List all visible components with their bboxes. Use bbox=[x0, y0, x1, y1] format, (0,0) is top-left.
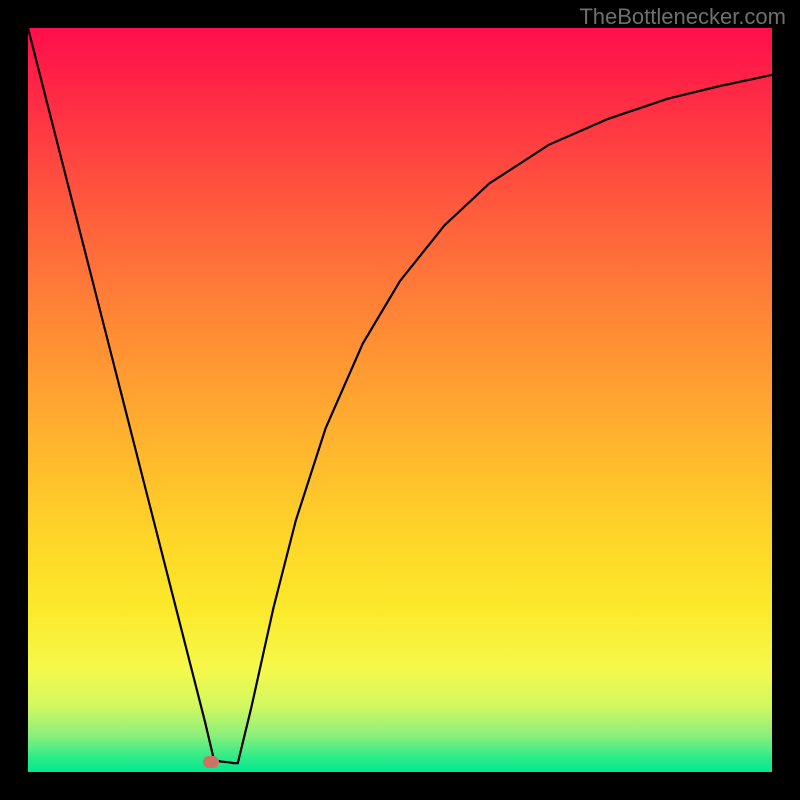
curve-path bbox=[28, 28, 772, 763]
current-config-marker-icon bbox=[203, 756, 219, 768]
watermark-label: TheBottlenecker.com bbox=[579, 4, 786, 30]
chart-frame: TheBottlenecker.com bbox=[0, 0, 800, 800]
plot-area bbox=[28, 28, 772, 772]
bottleneck-curve bbox=[28, 28, 772, 772]
